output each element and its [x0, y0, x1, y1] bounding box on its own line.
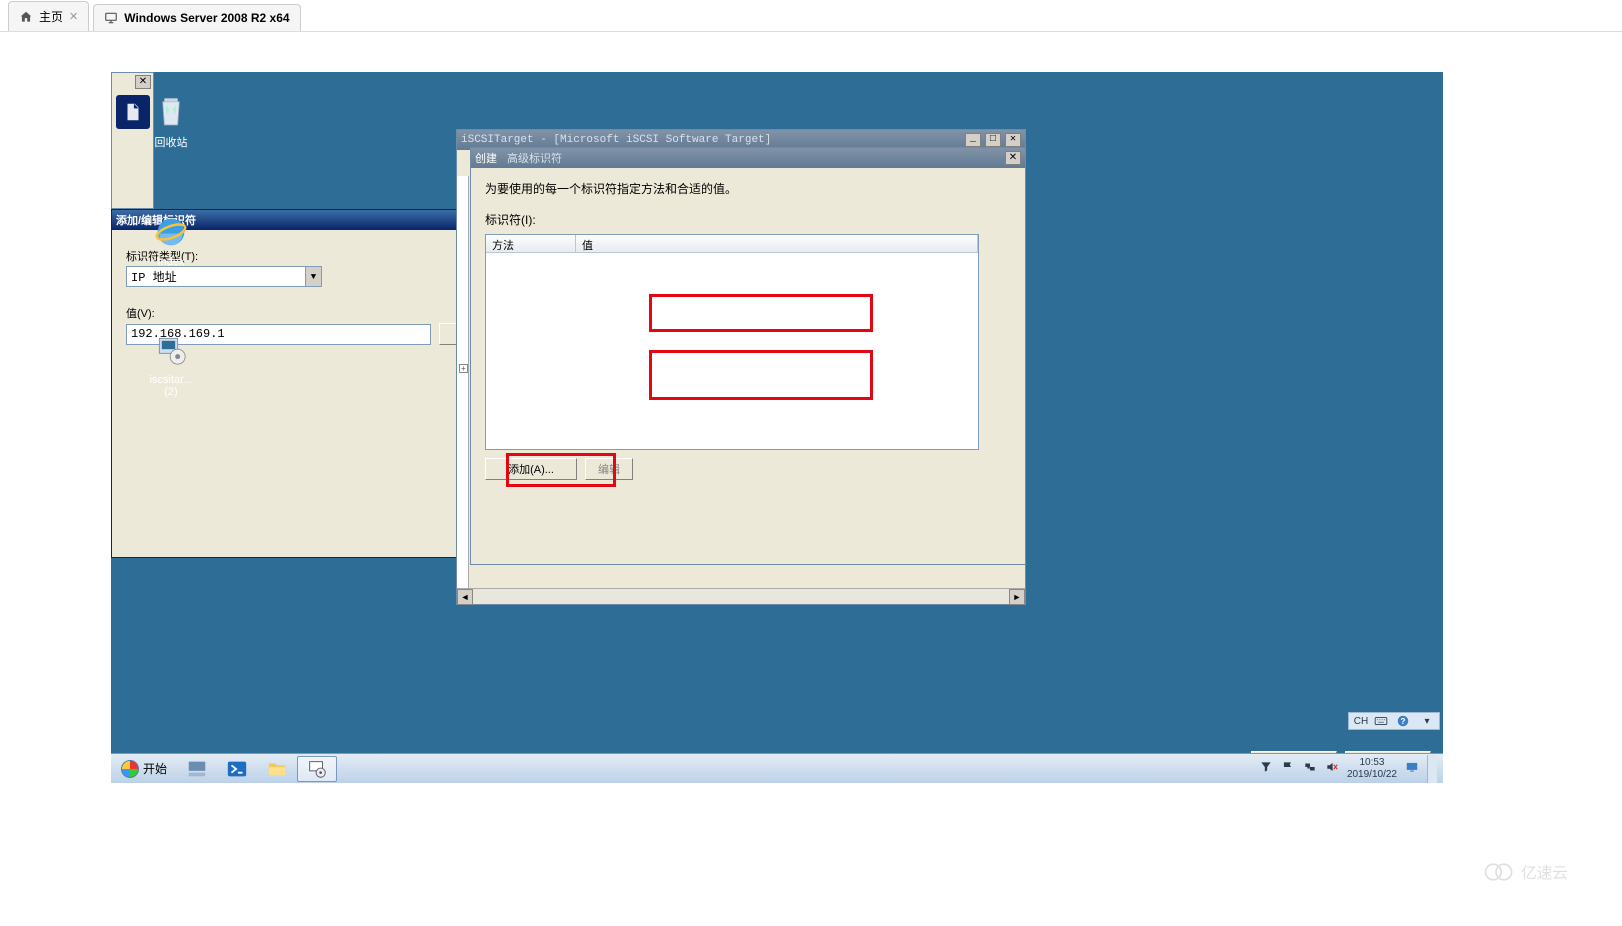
- chevron-down-icon: ▼: [305, 267, 321, 286]
- help-icon[interactable]: ?: [1396, 714, 1414, 728]
- keyboard-icon[interactable]: [1374, 714, 1392, 728]
- desktop-recycle-bin[interactable]: 回收站: [131, 90, 211, 150]
- taskbar: 开始 10:53 2019/10/22: [111, 753, 1443, 783]
- list-header: 方法 值: [486, 235, 978, 253]
- window-advanced-identifier: 创建 高级标识符 ✕ 为要使用的每一个标识符指定方法和合适的值。 标识符(I):…: [470, 147, 1026, 565]
- recycle-bin-icon: [151, 90, 191, 130]
- close-icon[interactable]: ✕: [69, 10, 78, 23]
- browser-tab-bar: 主页 ✕ Windows Server 2008 R2 x64: [0, 0, 1622, 32]
- tray-action-icon[interactable]: [1259, 760, 1273, 777]
- icon-label: Index: [131, 256, 211, 268]
- svg-text:?: ?: [1401, 717, 1406, 726]
- window-title: 高级标识符: [507, 150, 562, 166]
- tab-vm[interactable]: Windows Server 2008 R2 x64: [93, 4, 300, 31]
- close-button[interactable]: ✕: [1005, 133, 1021, 147]
- installer-icon: [151, 330, 191, 370]
- desktop-iscsi-target[interactable]: iscsitar... (2): [131, 330, 211, 398]
- scroll-left-icon[interactable]: ◄: [457, 589, 473, 605]
- start-button[interactable]: 开始: [111, 754, 177, 783]
- scroll-right-icon[interactable]: ►: [1009, 589, 1025, 605]
- tab-label: Windows Server 2008 R2 x64: [124, 11, 289, 25]
- show-desktop-button[interactable]: [1427, 755, 1437, 783]
- icon-label: iscsitar...: [131, 374, 211, 386]
- chevron-down-icon[interactable]: ▾: [1418, 716, 1436, 727]
- vm-desktop: 回收站 Index iscsitar... (2) iSCSITarget - …: [111, 72, 1443, 783]
- monitor-icon: [104, 11, 118, 25]
- icon-label-2: (2): [131, 386, 211, 398]
- start-label: 开始: [143, 760, 167, 777]
- tray-sound-icon[interactable]: [1325, 760, 1339, 777]
- tab-label: 主页: [39, 8, 63, 25]
- taskbar-iscsi-target[interactable]: [297, 756, 337, 782]
- instruction-text: 为要使用的每一个标识符指定方法和合适的值。: [485, 180, 1011, 197]
- desktop-ie[interactable]: Index: [131, 212, 211, 268]
- watermark: 亿速云: [1483, 859, 1604, 888]
- titlebar[interactable]: 创建 高级标识符 ✕: [471, 148, 1025, 168]
- taskbar-powershell[interactable]: [217, 756, 257, 782]
- tab-home[interactable]: 主页 ✕: [8, 1, 89, 31]
- tree-pane: +: [457, 176, 469, 596]
- tray-flag-icon[interactable]: [1281, 760, 1295, 777]
- taskbar-explorer[interactable]: [257, 756, 297, 782]
- language-bar[interactable]: CH ? ▾: [1348, 712, 1440, 730]
- close-button[interactable]: ✕: [1005, 151, 1021, 165]
- select-value: IP 地址: [131, 268, 177, 285]
- svg-text:亿速云: 亿速云: [1521, 864, 1568, 882]
- windows-logo-icon: [121, 760, 139, 778]
- clock-date: 2019/10/22: [1347, 769, 1397, 781]
- tray-monitor-icon[interactable]: [1405, 760, 1419, 777]
- horizontal-scrollbar[interactable]: ◄ ►: [457, 588, 1025, 604]
- taskbar-server-manager[interactable]: [177, 756, 217, 782]
- minimize-button[interactable]: _: [965, 133, 981, 147]
- clock-time: 10:53: [1347, 757, 1397, 769]
- lang-indicator[interactable]: CH: [1352, 716, 1370, 727]
- tree-expand-icon[interactable]: +: [459, 364, 468, 373]
- edit-button[interactable]: 编辑: [585, 458, 633, 480]
- window-title: iSCSITarget - [Microsoft iSCSI Software …: [461, 134, 771, 146]
- tray-network-icon[interactable]: [1303, 760, 1317, 777]
- home-icon: [19, 10, 33, 24]
- identifier-list[interactable]: 方法 值: [485, 234, 979, 450]
- create-label: 创建: [475, 150, 497, 166]
- close-button[interactable]: ✕: [135, 75, 151, 89]
- system-tray: 10:53 2019/10/22: [1253, 754, 1443, 783]
- ie-icon: [151, 212, 191, 252]
- col-value[interactable]: 值: [576, 235, 978, 252]
- add-button[interactable]: 添加(A)...: [485, 458, 577, 480]
- tray-clock[interactable]: 10:53 2019/10/22: [1347, 757, 1397, 781]
- list-label: 标识符(I):: [485, 211, 1011, 228]
- col-method[interactable]: 方法: [486, 235, 576, 252]
- maximize-button[interactable]: □: [985, 133, 1001, 147]
- identifier-type-select[interactable]: IP 地址 ▼: [126, 266, 322, 287]
- icon-label: 回收站: [131, 134, 211, 150]
